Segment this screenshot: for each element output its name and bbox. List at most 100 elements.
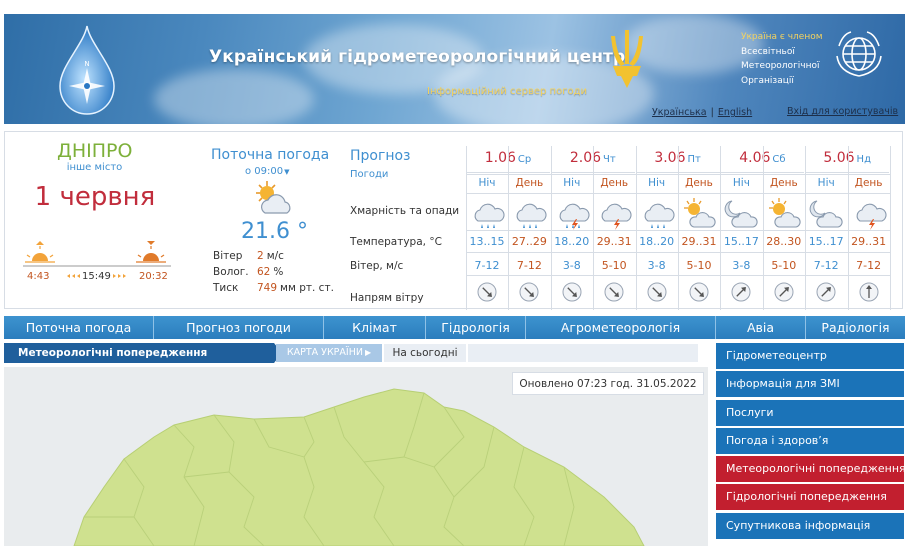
- current-weather-title: Поточна погода: [211, 147, 330, 163]
- sun-cloud-icon: [763, 196, 805, 230]
- lang-english-link[interactable]: English: [718, 107, 752, 118]
- wind-speed: 3-8: [732, 259, 751, 272]
- current-time-selector[interactable]: о 09:00▼: [245, 166, 290, 177]
- rain-cloud-icon: [466, 196, 508, 230]
- wind-direction-icon: [763, 281, 805, 303]
- menu-item-forecast[interactable]: Прогноз погоди: [154, 316, 324, 339]
- wmo-member-text: Україна є членом Всесвітньої Метеорологі…: [741, 30, 823, 88]
- temperature-range: 18..20: [639, 235, 675, 248]
- tab-meteo-warnings[interactable]: Метеорологічні попередження: [4, 343, 282, 363]
- wind-speed: 7-12: [856, 259, 882, 272]
- wmo-line: Україна є членом: [741, 32, 823, 42]
- sunset-icon: [136, 241, 166, 263]
- temperature-range: 29..31: [851, 235, 887, 248]
- menu-item-radiology[interactable]: Радіологія: [806, 316, 905, 339]
- city-name: ДНІПРО: [57, 140, 133, 162]
- wind-direction-icon: [466, 281, 508, 303]
- hydromet-drop-logo-icon[interactable]: N: [56, 24, 118, 116]
- temperature-range: 27..29: [511, 235, 547, 248]
- tab-ukraine-map[interactable]: КАРТА УКРАЇНИ ▶: [276, 344, 382, 362]
- sidebar-item-hydromet-center[interactable]: Гідрометеоцентр: [716, 343, 904, 369]
- period-day-label: День: [600, 177, 629, 189]
- forecast-weekday: Чт: [603, 154, 616, 165]
- wind-value: 2: [257, 250, 264, 262]
- temperature-range: 29..31: [596, 235, 632, 248]
- wind-direction-icon: [636, 281, 678, 303]
- wind-label: Вітер: [213, 250, 243, 262]
- forecast-weekday: Пт: [687, 154, 701, 165]
- period-day-label: День: [854, 177, 883, 189]
- sidebar-item-hydro-warnings[interactable]: Гідрологічні попередження: [716, 484, 904, 511]
- tab-map-label: КАРТА УКРАЇНИ: [286, 347, 363, 358]
- wind-speed: 5-10: [771, 259, 797, 272]
- wind-row-label: Вітер, м/с: [350, 260, 404, 272]
- wmo-line: Організації: [741, 75, 794, 86]
- forecast-weekday: Сб: [772, 154, 786, 165]
- tab-today[interactable]: На сьогодні: [384, 344, 466, 362]
- wind-direction-icon: [720, 281, 762, 303]
- wind-speed: 3-8: [647, 259, 666, 272]
- thunder-cloud-icon: [593, 196, 635, 230]
- main-menu: Поточна погода Прогноз погоди Клімат Гід…: [4, 316, 905, 339]
- moon-cloud-icon: [805, 196, 847, 230]
- menu-item-agrometeorology[interactable]: Агрометеорологія: [526, 316, 716, 339]
- wind-speed: 7-12: [516, 259, 542, 272]
- login-link[interactable]: Вхід для користувачів: [787, 106, 898, 117]
- trident-emblem-icon: [611, 30, 643, 88]
- period-night-label: Ніч: [817, 177, 835, 189]
- site-title: Український гідрометеорологічний центр: [209, 47, 626, 67]
- rain-cloud-icon: [508, 196, 550, 230]
- sidebar-item-weather-health[interactable]: Погода і здоров’я: [716, 427, 904, 454]
- wind-unit: м/с: [266, 250, 284, 262]
- wind-direction-icon: [508, 281, 550, 303]
- forecast-date: 2.06: [569, 150, 602, 166]
- tab-filler: [468, 344, 698, 362]
- temperature-range: 18..20: [554, 235, 590, 248]
- period-day-label: День: [769, 177, 798, 189]
- sidebar-item-satellite-info[interactable]: Супутникова інформація: [716, 512, 904, 539]
- grid-line: [890, 146, 891, 310]
- wind-speed: 7-12: [813, 259, 839, 272]
- temp-row-label: Температура, °С: [350, 236, 442, 248]
- sidebar-item-services[interactable]: Послуги: [716, 399, 904, 426]
- wind-direction-icon: [678, 281, 720, 303]
- forecast-subtitle: Погоди: [350, 169, 389, 180]
- weather-panel: ДНІПРО інше місто 1 червня 4:43 15:49 20…: [4, 131, 903, 310]
- period-night-label: Ніч: [563, 177, 581, 189]
- sidebar-item-meteo-warnings[interactable]: Метеорологічні попередження: [716, 456, 906, 483]
- humidity-value: 62: [257, 266, 271, 278]
- wmo-logo-icon[interactable]: [831, 26, 887, 82]
- menu-item-current-weather[interactable]: Поточна погода: [4, 316, 154, 339]
- forecast-title: Прогноз: [350, 148, 411, 164]
- forecast-weekday: Ср: [517, 154, 532, 165]
- current-time: о 09:00: [245, 166, 284, 177]
- period-night-label: Ніч: [732, 177, 750, 189]
- moon-cloud-icon: [720, 196, 762, 230]
- wind-direction-icon: [805, 281, 847, 303]
- lang-separator: |: [710, 107, 714, 118]
- temperature-range: 13..15: [469, 235, 505, 248]
- temperature-range: 29..31: [681, 235, 717, 248]
- day-length: 15:49: [82, 271, 111, 282]
- forecast-weekday: Нд: [856, 154, 871, 165]
- current-date: 1 червня: [34, 182, 156, 212]
- humidity-label: Волог.: [213, 266, 249, 278]
- cloud-row-label: Хмарність та опади: [350, 205, 460, 217]
- sun-cloud-icon: [256, 181, 291, 214]
- menu-item-aviation[interactable]: Авіа: [716, 316, 806, 339]
- updated-timestamp: Оновлено 07:23 год. 31.05.2022: [512, 372, 704, 395]
- chevron-down-icon: ▼: [284, 168, 290, 176]
- period-day-label: День: [685, 177, 713, 189]
- pressure-unit: мм рт. ст.: [280, 282, 334, 294]
- menu-item-climate[interactable]: Клімат: [324, 316, 426, 339]
- sunset-time: 20:32: [139, 271, 168, 282]
- current-details: Вітер 2 м/с Волог. 62% Тиск 749 мм рт. ст.: [213, 250, 334, 298]
- lang-ukrainian-link[interactable]: Українська: [652, 107, 707, 118]
- menu-item-hydrology[interactable]: Гідрологія: [426, 316, 526, 339]
- other-city-link[interactable]: інше місто: [57, 162, 132, 173]
- thunder-rain-cloud-icon: [551, 196, 593, 230]
- sidebar-item-media-info[interactable]: Інформація для ЗМІ: [716, 371, 904, 398]
- warnings-tabs: Метеорологічні попередження КАРТА УКРАЇН…: [4, 343, 698, 363]
- wind-speed: 5-10: [601, 259, 627, 272]
- current-temperature: 21.6 °: [241, 219, 308, 244]
